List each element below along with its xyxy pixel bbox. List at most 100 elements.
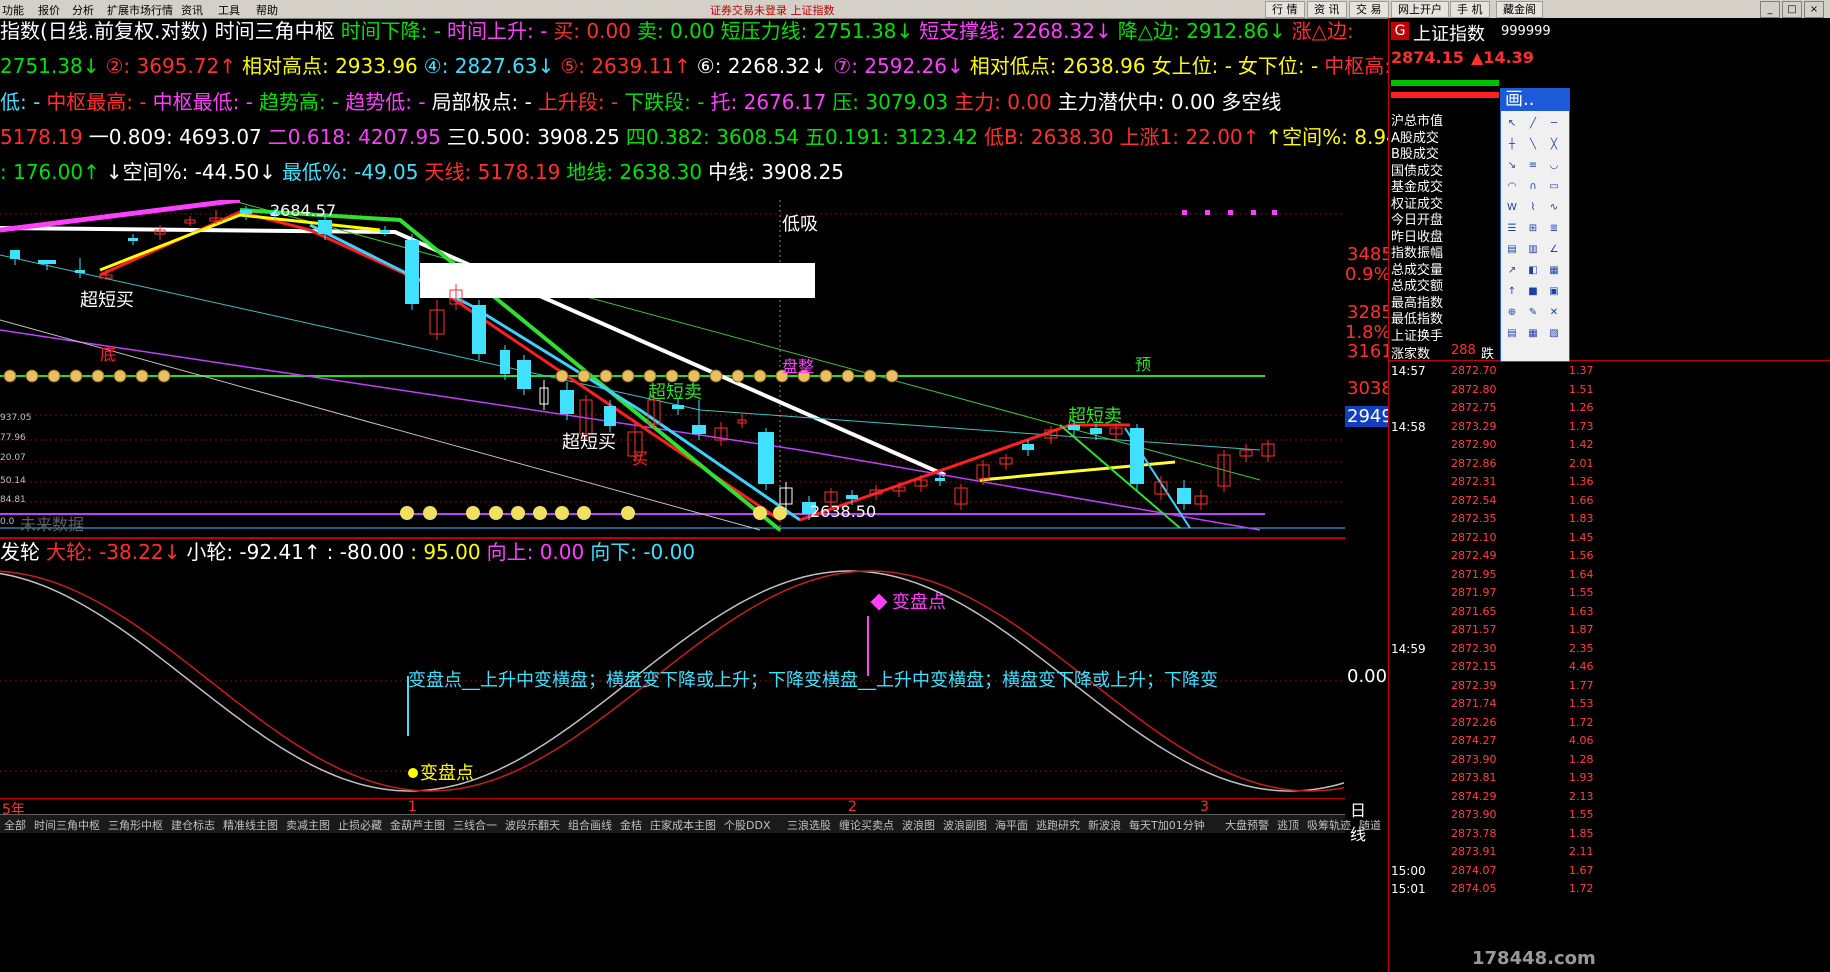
annotation-short-buy-1: 超短买 [80, 290, 134, 311]
drawing-tool-icon[interactable]: ≣ [1547, 222, 1561, 236]
drawing-tool-icon[interactable]: ✎ [1526, 306, 1540, 320]
maximize-icon[interactable]: □ [1782, 1, 1802, 18]
drawing-tool-icon[interactable]: ↑ [1505, 285, 1519, 299]
indicator-value: 涨△边: [1291, 19, 1354, 43]
btn-treasure[interactable]: 藏金阁 [1496, 1, 1543, 18]
tick-volume: 1.55 [1569, 808, 1594, 821]
drawing-tool-icon[interactable]: ┼ [1505, 138, 1519, 152]
drawing-tool-icon[interactable]: ▤ [1505, 243, 1519, 257]
tick-volume: 4.06 [1569, 734, 1594, 747]
drawing-tool-icon[interactable]: ◧ [1526, 264, 1540, 278]
tab-indicator[interactable]: 新波浪 [1088, 817, 1121, 833]
drawing-tool-icon[interactable]: ↘ [1505, 159, 1519, 173]
tick-volume: 1.73 [1569, 419, 1594, 433]
drawing-tool-icon[interactable]: ∠ [1547, 243, 1561, 257]
turn-point-bottom: 变盘点 [420, 763, 474, 784]
drawing-tool-icon[interactable]: ⊕ [1505, 306, 1519, 320]
tab-indicator[interactable]: 组合画线 [568, 817, 612, 833]
tick-price: 2873.78 [1451, 826, 1497, 840]
tick-time: 14:58 [1391, 419, 1426, 434]
drawing-tool-icon[interactable]: W [1505, 201, 1519, 215]
indicator-value: 压: 3079.03 [832, 90, 949, 114]
tab-indicator[interactable]: 波段乐翻天 [505, 817, 560, 833]
tick-time: 15:00 [1391, 863, 1426, 878]
drawing-tool-icon[interactable]: ▤ [1505, 327, 1519, 341]
drawing-tool-icon[interactable]: ─ [1547, 117, 1561, 131]
tab-indicator[interactable]: 庄家成本主图 [650, 817, 716, 833]
tab-indicator[interactable]: 止损必藏 [338, 817, 382, 833]
tab-indicator[interactable]: 每天T加01分钟 [1129, 817, 1205, 833]
drawing-tool-icon[interactable]: ▭ [1547, 180, 1561, 194]
tab-indicator[interactable]: 建仓标志 [171, 817, 215, 833]
tab-indicator[interactable]: 卖减主图 [286, 817, 330, 833]
axis-label: 0.9% [1345, 264, 1391, 285]
drawing-tool-icon[interactable]: ⊞ [1526, 222, 1540, 236]
annotation-forecast: 预 [1135, 355, 1151, 374]
toolbox-title[interactable]: 画.. [1501, 89, 1569, 111]
drawing-tool-icon[interactable]: ▣ [1547, 285, 1561, 299]
indicator-value: ↓空间%: -44.50↓ [105, 160, 276, 184]
drawing-tool-icon[interactable]: ∩ [1526, 180, 1540, 194]
drawing-tool-icon[interactable]: ▦ [1526, 327, 1540, 341]
drawing-tool-icon[interactable]: ▦ [1547, 264, 1561, 278]
tab-indicator[interactable]: 吸筹轨迹 [1307, 817, 1351, 833]
drawing-tool-icon[interactable]: ╳ [1547, 138, 1561, 152]
drawing-tool-icon[interactable]: ╲ [1526, 138, 1540, 152]
tab-indicator[interactable]: 缠论买卖点 [839, 817, 894, 833]
tick-time: 15:01 [1391, 882, 1426, 896]
drawing-tool-icon[interactable]: ≡ [1526, 159, 1540, 173]
drawing-tool-icon[interactable]: ↗ [1505, 264, 1519, 278]
drawing-toolbox[interactable]: 画.. ↖ ╱ ─ ┼ ╲ ╳ ↘ ≡ ◡ ◠ ∩ ▭ W ⌇ ∿ ☰ ⊞ ≣ ▤ ▥ ∠ ↗ ◧ ▦ ↑ ■ ▣ ⊕ ✎ ✕ ▤ ▦ ▧ [1500, 88, 1570, 362]
drawing-tool-icon[interactable]: ✕ [1547, 306, 1561, 320]
tab-indicator[interactable]: 大盘预警 [1225, 817, 1269, 833]
drawing-tool-icon[interactable]: ■ [1526, 285, 1540, 299]
drawing-tool-icon[interactable]: ↖ [1505, 117, 1519, 131]
close-icon[interactable]: × [1804, 1, 1824, 18]
drawing-tool-icon[interactable]: ◡ [1547, 159, 1561, 173]
drawing-tool-icon[interactable]: ☰ [1505, 222, 1519, 236]
indicator-value: 中枢最高: - [46, 90, 147, 114]
indicator-value: 多空线 [1221, 90, 1282, 114]
tick-price: 2871.57 [1451, 623, 1497, 636]
axis-label: 3285 [1347, 302, 1393, 323]
tab-indicator[interactable]: 金葫芦主图 [390, 817, 445, 833]
drawing-tool-icon[interactable]: ⌇ [1526, 201, 1540, 215]
tab-indicator[interactable]: 全部 [4, 817, 26, 833]
drawing-tool-icon[interactable]: ∿ [1547, 201, 1561, 215]
tab-indicator[interactable]: 个股DDX [724, 817, 770, 833]
turn-point-top: 变盘点 [892, 592, 946, 613]
tab-indicator[interactable]: 海平面 [995, 817, 1028, 833]
indicator-value: 相对高点: 2933.96 [241, 54, 418, 78]
drawing-tool-icon[interactable]: ▥ [1526, 243, 1540, 257]
indicator-tabs: 全部 时间三角中枢 三角形中枢 建仓标志 精准线主图 卖减主图 止损必藏 金葫芦主图 三线合一波… [0, 814, 1433, 833]
btn-mobile[interactable]: 手 机 [1450, 1, 1490, 18]
index-badge-icon: G [1391, 22, 1409, 40]
tab-indicator[interactable]: 时间三角中枢 [34, 817, 100, 833]
tab-indicator[interactable]: 三线合一 [453, 817, 497, 833]
indicator-value: 降△边: 2912.86↓ [1117, 19, 1286, 43]
tab-indicator[interactable]: 波浪图 [902, 817, 935, 833]
btn-open-account[interactable]: 网上开户 [1391, 1, 1449, 18]
tab-indicator[interactable]: 精准线主图 [223, 817, 278, 833]
tick-price: 2874.27 [1451, 734, 1497, 747]
indicator-value: 上涨1: 22.00↑ [1119, 125, 1260, 149]
indicator-value: 五0.191: 3123.42 [804, 125, 979, 149]
minimize-icon[interactable]: _ [1760, 1, 1780, 18]
indicator-value: 中枢最低: - [152, 90, 253, 114]
tick-volume: 1.36 [1569, 475, 1594, 488]
oscillator-chart[interactable]: 变盘点 变盘点 变盘点__上升中变横盘；横盘变下降或上升；下降变横盘__上升中变… [0, 566, 1345, 798]
tab-indicator[interactable]: 随道 [1359, 817, 1381, 833]
tab-indicator[interactable]: 三角形中枢 [108, 817, 163, 833]
tab-indicator[interactable]: 逃跑研究 [1036, 817, 1080, 833]
drawing-tool-icon[interactable]: ╱ [1526, 117, 1540, 131]
drawing-tool-icon[interactable]: ◠ [1505, 180, 1519, 194]
tab-indicator[interactable]: 三浪选股 [787, 817, 831, 833]
indicator-value: 女上位: - [1151, 54, 1232, 78]
tab-indicator[interactable]: 波浪副图 [943, 817, 987, 833]
annotation-consolidation: 盘整 [782, 357, 814, 376]
tick-price: 2871.95 [1451, 567, 1497, 581]
tab-indicator[interactable]: 金桔 [620, 817, 642, 833]
tab-indicator[interactable]: 逃顶 [1277, 817, 1299, 833]
drawing-tool-icon[interactable]: ▧ [1547, 327, 1561, 341]
candlestick-chart[interactable]: 2684.57 2638.50 低吸 超短买 底 盘整 超短卖 超短买 买 超短… [0, 200, 1345, 535]
